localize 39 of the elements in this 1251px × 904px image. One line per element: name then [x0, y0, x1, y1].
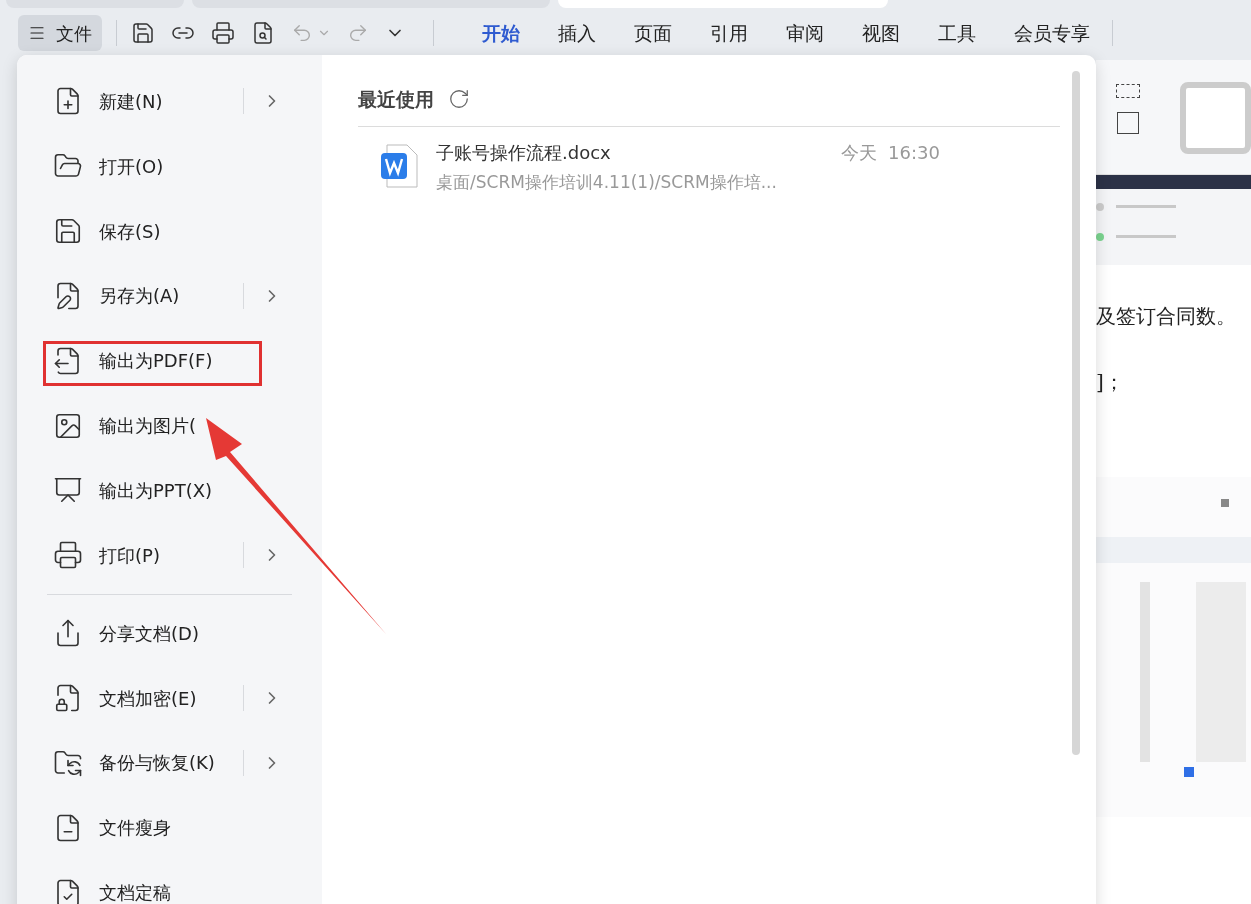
- file-menu-button[interactable]: 文件: [18, 15, 102, 51]
- ruler-icon[interactable]: [1116, 84, 1140, 98]
- document-text: 及签订合同数。: [1096, 303, 1237, 330]
- menu-item[interactable]: 输出为PDF(F): [99, 347, 213, 375]
- section-title: 最近使用: [358, 87, 434, 112]
- ribbon-tab[interactable]: 审阅: [786, 18, 824, 48]
- save-icon[interactable]: [131, 21, 155, 45]
- ribbon-tab[interactable]: 工具: [938, 18, 976, 48]
- menu-item[interactable]: 打开(O): [99, 152, 164, 180]
- file-name: 子账号操作流程.docx: [436, 140, 612, 165]
- scrollbar[interactable]: [1072, 71, 1080, 755]
- print-preview-icon[interactable]: [251, 21, 275, 45]
- recent-file[interactable]: 子账号操作流程.docx 桌面/SCRM操作培训4.11(1)/SCRM操作培... 今天 16:30: [358, 126, 1060, 195]
- menu-item[interactable]: 文档加密(E): [99, 684, 197, 712]
- menu-item[interactable]: 文档定稿: [99, 879, 171, 904]
- document-text: ]；: [1096, 369, 1125, 396]
- refresh-icon[interactable]: [448, 88, 470, 111]
- ribbon-tab[interactable]: 插入: [558, 18, 596, 48]
- file-path: 桌面/SCRM操作培训4.11(1)/SCRM操作培...: [436, 170, 777, 194]
- ribbon-tab[interactable]: 页面: [634, 18, 672, 48]
- ribbon-tab[interactable]: 视图: [862, 18, 900, 48]
- menu-item[interactable]: 另存为(A): [99, 282, 180, 310]
- ribbon-tab[interactable]: 开始: [482, 18, 520, 48]
- menu-item[interactable]: 保存(S): [99, 217, 161, 245]
- menu-item[interactable]: 输出为PPT(X): [99, 477, 213, 504]
- menu-item[interactable]: 备份与恢复(K): [99, 749, 215, 777]
- menu-item[interactable]: 文件瘦身: [99, 814, 171, 842]
- menu-item[interactable]: 打印(P): [99, 541, 160, 569]
- menu-icon: [28, 24, 46, 42]
- border-icon[interactable]: [1117, 112, 1139, 134]
- file-time: 今天 16:30: [840, 140, 940, 165]
- ribbon-tab[interactable]: 会员专享: [1014, 18, 1090, 48]
- menu-item[interactable]: 分享文档(D): [99, 619, 199, 647]
- printer-icon[interactable]: [211, 21, 235, 45]
- word-file-icon: [380, 142, 420, 189]
- menu-item[interactable]: 输出为图片(: [99, 412, 197, 440]
- ribbon-tab[interactable]: 引用: [710, 18, 748, 48]
- menu-item[interactable]: 新建(N): [99, 87, 163, 115]
- printer-icon: [53, 540, 83, 571]
